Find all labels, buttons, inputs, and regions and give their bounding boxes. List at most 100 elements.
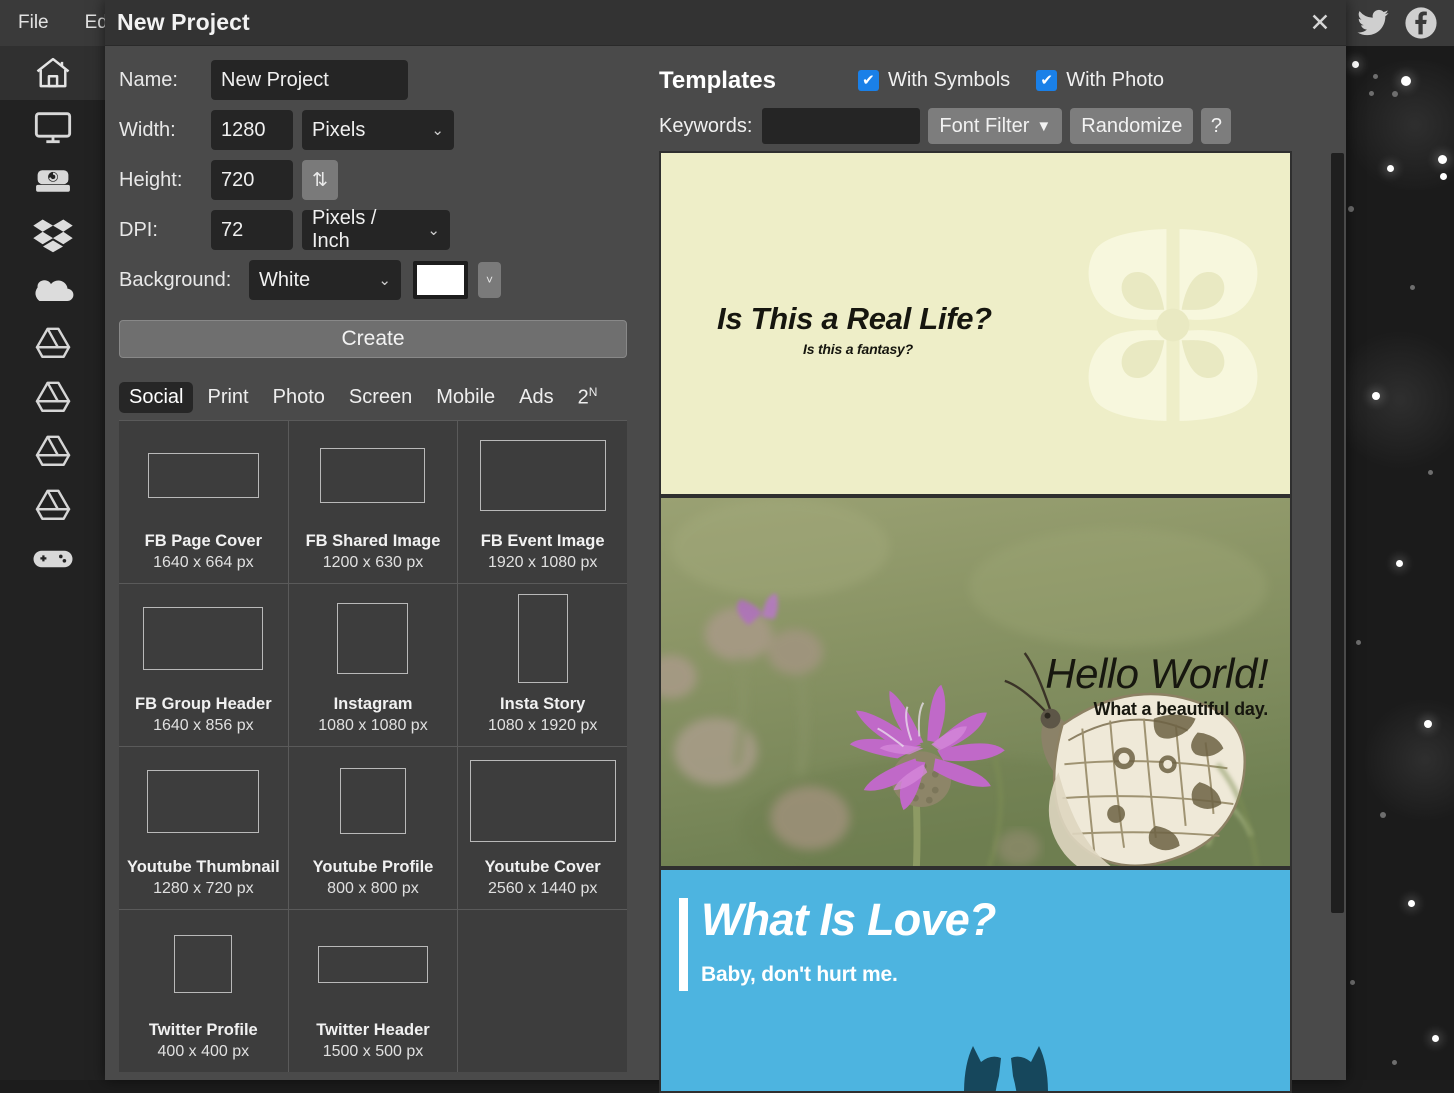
font-filter-label: Font Filter: [939, 115, 1029, 138]
name-input[interactable]: [211, 60, 408, 100]
templates-pane: Templates ✔ With Symbols ✔ With Photo Ke…: [641, 46, 1346, 1080]
sidebar-item-gdrive-1[interactable]: [0, 316, 105, 370]
scrollbar-thumb[interactable]: [1331, 153, 1344, 913]
templates-title: Templates: [659, 67, 776, 95]
dpi-unit-select-value: Pixels / Inch: [312, 207, 411, 253]
sidebar-item-scanner[interactable]: [0, 154, 105, 208]
sidebar-item-onedrive[interactable]: [0, 262, 105, 316]
preset-size: 1920 x 1080 px: [488, 552, 597, 574]
tab-power-of-two[interactable]: 2N: [568, 381, 608, 414]
tab-print[interactable]: Print: [197, 382, 258, 413]
preset-name: Youtube Profile: [313, 856, 434, 878]
google-drive-icon: [32, 325, 74, 361]
background-color-swatch[interactable]: [413, 261, 468, 299]
preset-name: Twitter Header: [316, 1019, 429, 1041]
social-links: [1356, 6, 1454, 40]
preset-size: 1280 x 720 px: [153, 878, 254, 900]
sidebar-item-games[interactable]: [0, 532, 105, 586]
new-project-dialog: New Project ✕ Name: Width: Pixels ⌄ Heig…: [105, 0, 1346, 1080]
dialog-title: New Project: [105, 9, 250, 36]
preset-size: 1200 x 630 px: [323, 552, 424, 574]
preset-thumb-wrap: [289, 910, 458, 1019]
preset-thumb: [340, 768, 406, 834]
preset-grid: FB Page Cover 1640 x 664 px FB Shared Im…: [119, 421, 627, 1072]
with-photo-checkbox[interactable]: ✔ With Photo: [1036, 69, 1164, 92]
close-icon[interactable]: ✕: [1294, 0, 1346, 46]
template-card[interactable]: What Is Love? Baby, don't hurt me.: [659, 868, 1292, 1093]
tab-screen[interactable]: Screen: [339, 382, 422, 413]
preset-card[interactable]: Twitter Header 1500 x 500 px: [289, 910, 458, 1072]
unit-select[interactable]: Pixels ⌄: [302, 110, 454, 150]
sidebar-item-gdrive-4[interactable]: [0, 478, 105, 532]
preset-card[interactable]: Youtube Thumbnail 1280 x 720 px: [119, 747, 288, 909]
sidebar-item-gdrive-2[interactable]: [0, 370, 105, 424]
preset-thumb-wrap: [289, 584, 458, 693]
chevron-down-icon: ▼: [1036, 118, 1051, 135]
dpi-label: DPI:: [119, 219, 211, 242]
background-label: Background:: [119, 269, 249, 292]
sidebar-item-dropbox[interactable]: [0, 208, 105, 262]
cat-silhouette: [951, 1024, 1061, 1093]
dialog-titlebar[interactable]: New Project ✕: [105, 0, 1346, 46]
preset-thumb: [480, 440, 606, 511]
background-select-value: White: [259, 269, 310, 292]
preset-thumb-wrap: [119, 584, 288, 693]
preset-category-tabs: Social Print Photo Screen Mobile Ads 2N: [119, 381, 627, 414]
swap-dimensions-button[interactable]: ⇅: [302, 160, 338, 200]
accent-bar: [679, 898, 688, 991]
sidebar-item-screen[interactable]: [0, 100, 105, 154]
preset-card[interactable]: FB Shared Image 1200 x 630 px: [289, 421, 458, 583]
tab-mobile[interactable]: Mobile: [426, 382, 505, 413]
preset-card[interactable]: Instagram 1080 x 1080 px: [289, 584, 458, 746]
sidebar-item-home[interactable]: [0, 46, 105, 100]
menu-item-file[interactable]: File: [0, 0, 67, 46]
tab-social[interactable]: Social: [119, 382, 193, 413]
font-filter-button[interactable]: Font Filter ▼: [928, 108, 1062, 144]
project-settings-pane: Name: Width: Pixels ⌄ Height: ⇅ DPI:: [105, 46, 641, 1080]
with-symbols-label: With Symbols: [888, 69, 1010, 92]
preset-grid-scroll[interactable]: FB Page Cover 1640 x 664 px FB Shared Im…: [119, 420, 627, 1080]
preset-thumb: [147, 770, 259, 833]
keywords-input[interactable]: [762, 108, 920, 144]
preset-thumb: [518, 594, 568, 683]
preset-card[interactable]: FB Page Cover 1640 x 664 px: [119, 421, 288, 583]
preset-card[interactable]: Youtube Profile 800 x 800 px: [289, 747, 458, 909]
preset-size: 1080 x 1920 px: [488, 715, 597, 737]
create-button[interactable]: Create: [119, 320, 627, 358]
templates-scrollbar[interactable]: [1329, 151, 1346, 1080]
google-drive-icon: [32, 433, 74, 469]
template-card[interactable]: Hello World! What a beautiful day.: [659, 496, 1292, 868]
preset-name: Youtube Cover: [485, 856, 601, 878]
template-card[interactable]: Is This a Real Life? Is this a fantasy?: [659, 151, 1292, 496]
randomize-button[interactable]: Randomize: [1070, 108, 1193, 144]
preset-name: Twitter Profile: [149, 1019, 258, 1041]
help-button[interactable]: ?: [1201, 108, 1231, 144]
facebook-icon[interactable]: [1404, 6, 1438, 40]
background-select[interactable]: White ⌄: [249, 260, 401, 300]
tab-ads[interactable]: Ads: [509, 382, 563, 413]
with-symbols-checkbox[interactable]: ✔ With Symbols: [858, 69, 1010, 92]
preset-size: 2560 x 1440 px: [488, 878, 597, 900]
preset-thumb-wrap: [119, 910, 288, 1019]
dpi-input[interactable]: [211, 210, 293, 250]
preset-card[interactable]: Insta Story 1080 x 1920 px: [458, 584, 627, 746]
height-row: Height: ⇅: [119, 160, 627, 200]
preset-thumb: [337, 603, 408, 674]
background-more-button[interactable]: ˅: [478, 262, 501, 298]
template-title: Hello World!: [1045, 650, 1268, 698]
sidebar-item-gdrive-3[interactable]: [0, 424, 105, 478]
twitter-icon[interactable]: [1356, 6, 1390, 40]
preset-card[interactable]: Youtube Cover 2560 x 1440 px: [458, 747, 627, 909]
width-input[interactable]: [211, 110, 293, 150]
dpi-unit-select[interactable]: Pixels / Inch ⌄: [302, 210, 450, 250]
preset-thumb: [174, 935, 232, 993]
tab-photo[interactable]: Photo: [263, 382, 335, 413]
chevron-down-icon: ⌄: [411, 223, 440, 238]
preset-card[interactable]: FB Group Header 1640 x 856 px: [119, 584, 288, 746]
preset-card[interactable]: FB Event Image 1920 x 1080 px: [458, 421, 627, 583]
height-input[interactable]: [211, 160, 293, 200]
templates-toolbar: Keywords: Font Filter ▼ Randomize ?: [659, 103, 1346, 148]
unit-select-value: Pixels: [312, 119, 365, 142]
preset-card[interactable]: Twitter Profile 400 x 400 px: [119, 910, 288, 1072]
onedrive-cloud-icon: [32, 274, 74, 304]
